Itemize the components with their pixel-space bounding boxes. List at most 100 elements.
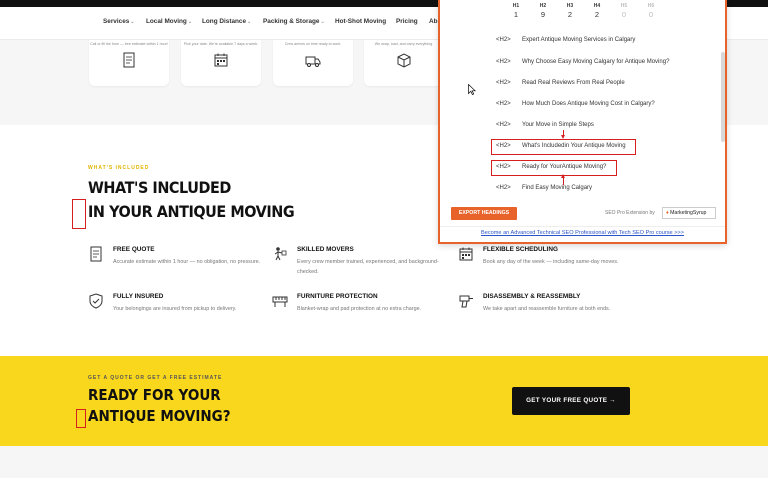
heading-count: 9: [540, 10, 546, 19]
heading-text: Read Real Reviews From Real People: [522, 80, 625, 86]
heading-level: H1: [512, 3, 520, 9]
mover-icon: [274, 247, 287, 261]
nav-item-local-moving[interactable]: Local Moving⌄: [146, 18, 192, 25]
feature-description: Book any day of the week — including sam…: [483, 259, 619, 265]
heading-level: H4: [593, 3, 601, 9]
chevron-down-icon: ⌄: [320, 19, 325, 25]
heading-count: 0: [648, 10, 654, 19]
process-card: Crew arrives on time ready to work.: [273, 40, 353, 86]
chevron-down-icon: ⌄: [130, 19, 135, 25]
heading-count-h4: H4 2: [587, 3, 607, 19]
heading-tag: <H2>: [496, 37, 511, 43]
cta-section: GET A QUOTE OR GET A FREE ESTIMATE READY…: [0, 356, 768, 446]
nav-item-packing-storage[interactable]: Packing & Storage⌄: [263, 18, 325, 25]
heading-count: 2: [594, 10, 600, 19]
heading-tag: <H2>: [496, 80, 511, 86]
heading-text: Why Choose Easy Moving Calgary for Antiq…: [522, 59, 670, 65]
cta-eyebrow: GET A QUOTE OR GET A FREE ESTIMATE: [88, 375, 223, 381]
heading-count-h5: H5 0: [614, 3, 634, 19]
feature-description: Every crew member trained, experienced, …: [297, 259, 439, 275]
process-card: We wrap, load, and carry everything.: [364, 40, 444, 86]
heading-tag: <H2>: [496, 185, 511, 191]
heading-count: 1: [513, 10, 519, 19]
calendar-icon: [214, 53, 228, 67]
annotation-marker: [76, 409, 86, 428]
document-icon: [90, 246, 102, 262]
nav-item-pricing[interactable]: Pricing: [396, 18, 418, 25]
process-card: Pick your date. We're available 7 days a…: [181, 40, 261, 86]
section-heading-line1: WHAT'S INCLUDED: [88, 178, 231, 197]
card-text: Pick your date. We're available 7 days a…: [183, 42, 259, 46]
popup-scrollbar[interactable]: [721, 52, 725, 142]
chevron-down-icon: ⌄: [247, 19, 252, 25]
feature-title: FURNITURE PROTECTION: [297, 293, 378, 300]
cta-heading-line2: ANTIQUE MOVING?: [88, 407, 231, 425]
cta-heading-line1: READY FOR YOUR: [88, 386, 221, 404]
drill-icon: [459, 295, 473, 308]
annotation-marker: [72, 199, 86, 229]
free-quote-button[interactable]: GET YOUR FREE QUOTE →: [512, 387, 630, 415]
footer-strip: [0, 446, 768, 478]
heading-tag: <H2>: [496, 101, 511, 107]
annotation-box: [491, 139, 636, 155]
feature-description: Your belongings are insured from pickup …: [113, 306, 237, 312]
flame-icon: ♦: [666, 210, 669, 216]
piano-icon: [272, 296, 288, 307]
heading-row[interactable]: <H2> Expert Antique Moving Services in Ca…: [496, 37, 635, 43]
heading-level: H3: [566, 3, 574, 9]
feature-description: We take apart and reassemble furniture a…: [483, 306, 611, 312]
truck-icon: [305, 56, 321, 67]
heading-tag: <H2>: [496, 59, 511, 65]
heading-count-h3: H3 2: [560, 3, 580, 19]
card-text: Crew arrives on time ready to work.: [284, 42, 342, 46]
heading-count: 2: [567, 10, 573, 19]
feature-title: SKILLED MOVERS: [297, 246, 354, 253]
heading-level: H2: [539, 3, 547, 9]
section-eyebrow: WHAT'S INCLUDED: [88, 165, 150, 171]
heading-count: 0: [621, 10, 627, 19]
card-text: Call or fill the form — free estimate wi…: [90, 42, 168, 46]
divider: [440, 226, 725, 227]
nav-item-services[interactable]: Services⌄: [103, 18, 135, 25]
heading-text: Your Move in Simple Steps: [522, 122, 594, 128]
heading-count-h6: H6 0: [641, 3, 661, 19]
nav-item-about[interactable]: Ab: [429, 18, 438, 25]
feature-description: Blanket-wrap and pad protection at no ex…: [297, 306, 422, 312]
feature-title: FREE QUOTE: [113, 246, 155, 253]
annotation-box: [491, 160, 617, 176]
feature-description: Accurate estimate within 1 hour — no obl…: [113, 259, 261, 265]
calendar-icon: [459, 247, 473, 261]
heading-tag: <H2>: [496, 122, 511, 128]
heading-count-h1: H1 1: [506, 3, 526, 19]
mouse-cursor-icon: [468, 84, 476, 95]
annotation-arrowhead: [561, 135, 565, 139]
heading-row[interactable]: <H2> Why Choose Easy Moving Calgary for A…: [496, 59, 669, 65]
heading-row[interactable]: <H2> How Much Does Antique Moving Cost in…: [496, 101, 655, 107]
feature-title: FLEXIBLE SCHEDULING: [483, 246, 558, 253]
feature-title: FULLY INSURED: [113, 293, 164, 300]
heading-row[interactable]: <H2> Your Move in Simple Steps: [496, 122, 594, 128]
annotation-arrow: [563, 178, 564, 185]
heading-level: H5: [620, 3, 628, 9]
seo-extension-popup: H1 1 H2 9 H3 2 H4 2 H5 0 H6 0 <H2> Expert Antiq…: [438, 0, 727, 244]
course-promo-link[interactable]: Become an Advanced Technical SEO Profess…: [440, 230, 725, 236]
box-icon: [397, 53, 411, 68]
card-text: We wrap, load, and carry everything.: [374, 42, 434, 46]
heading-row[interactable]: <H2> Find Easy Moving Calgary: [496, 185, 592, 191]
section-heading-line2: IN YOUR ANTIQUE MOVING: [88, 202, 295, 221]
heading-text: Expert Antique Moving Services in Calgar…: [522, 37, 636, 43]
nav-item-hot-shot-moving[interactable]: Hot-Shot Moving: [335, 18, 386, 25]
export-headings-button[interactable]: EXPORT HEADINGS: [451, 207, 517, 220]
process-card: Call or fill the form — free estimate wi…: [89, 40, 169, 86]
extension-credit: SEO Pro Extension by: [605, 210, 655, 216]
nav-item-long-distance[interactable]: Long Distance⌄: [202, 18, 251, 25]
heading-text: How Much Does Antique Moving Cost in Cal…: [522, 101, 655, 107]
brand-name: MarketingSyrup: [670, 210, 707, 216]
heading-count-h2: H2 9: [533, 3, 553, 19]
heading-level: H6: [647, 3, 655, 9]
form-icon: [123, 52, 135, 68]
marketingsyrup-logo[interactable]: ♦ MarketingSyrup: [662, 207, 716, 219]
heading-row[interactable]: <H2> Read Real Reviews From Real People: [496, 80, 625, 86]
heading-text: Find Easy Moving Calgary: [522, 185, 593, 191]
annotation-arrowhead: [561, 174, 565, 178]
